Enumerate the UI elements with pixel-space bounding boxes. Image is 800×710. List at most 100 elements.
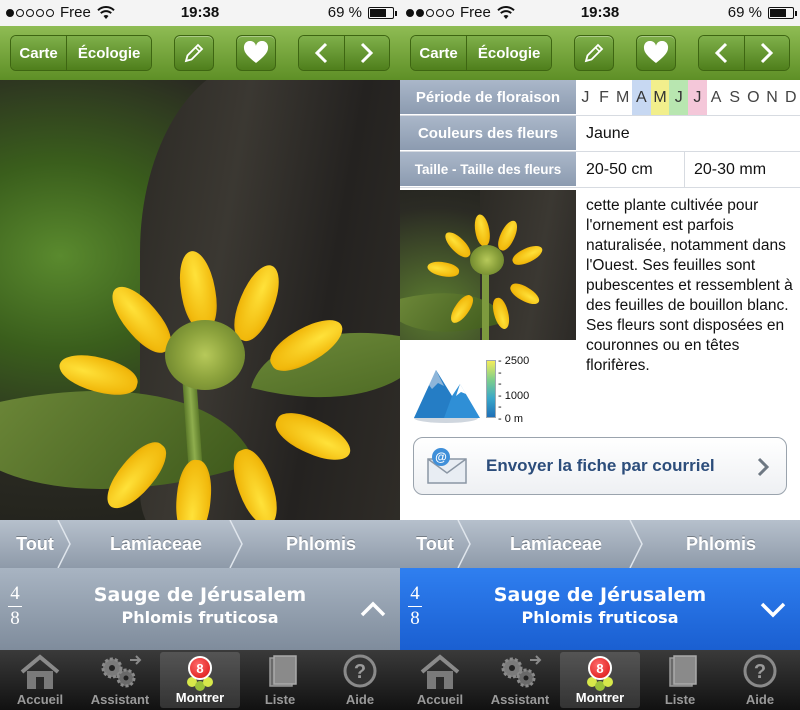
chevron-right-icon (360, 42, 374, 64)
battery-percent: 69 % (327, 4, 362, 21)
species-bar[interactable]: 4 8 Sauge de Jérusalem Phlomis fruticosa (400, 568, 800, 650)
month: N (766, 88, 778, 106)
month: J (669, 80, 689, 115)
map-button[interactable]: Carte (11, 36, 67, 70)
heart-icon (243, 41, 269, 63)
breadcrumb-item[interactable]: Tout (0, 520, 71, 568)
map-button[interactable]: Carte (411, 36, 467, 70)
month: D (784, 88, 797, 106)
edit-button[interactable] (574, 35, 614, 71)
size-label: Taille - Taille des fleurs (400, 152, 576, 187)
altitude-label: - (498, 366, 502, 379)
email-sheet-button[interactable]: @ Envoyer la fiche par courriel (413, 437, 787, 495)
month: S (729, 88, 741, 106)
house-icon (420, 654, 460, 689)
tab-show[interactable]: 8 Montrer (160, 652, 240, 708)
month: A (632, 80, 651, 115)
help-icon: ? (743, 654, 777, 688)
breadcrumb-item[interactable]: Phlomis (242, 520, 400, 568)
chevron-left-icon (715, 42, 728, 64)
ecology-button[interactable]: Écologie (466, 36, 551, 70)
altitude-label: - (498, 401, 502, 413)
month: O (747, 88, 760, 106)
notification-badge: 8 (588, 656, 612, 680)
view-segment: Carte Écologie (10, 35, 152, 71)
chevron-right-icon (760, 42, 774, 64)
species-details: Période de floraison J F M A M J J A S O… (400, 80, 800, 520)
altitude-label: - (498, 378, 502, 390)
mountain-icon (414, 370, 480, 423)
tab-home[interactable]: Accueil (400, 650, 480, 710)
species-common-name: Sauge de Jérusalem (493, 584, 707, 606)
gears-icon (501, 655, 542, 688)
month: J (581, 88, 590, 106)
breadcrumb-item[interactable]: Lamiaceae (470, 520, 643, 568)
tab-list[interactable]: Liste (240, 650, 320, 710)
tab-assistant[interactable]: Assistant (480, 650, 560, 710)
notification-badge: 8 (188, 656, 212, 680)
email-icon: @ (427, 448, 467, 484)
favorite-button[interactable] (636, 35, 676, 71)
chevron-down-icon[interactable] (758, 594, 788, 624)
flower-color-value: Jaune (586, 124, 630, 142)
view-segment: Carte Écologie (410, 35, 552, 71)
flower-size-value: 20-30 mm (694, 160, 767, 178)
flower-color-label: Couleurs des fleurs (400, 116, 576, 151)
ecology-button[interactable]: Écologie (66, 36, 151, 70)
species-common-name: Sauge de Jérusalem (93, 584, 307, 606)
help-icon: ? (343, 654, 377, 688)
tab-assistant[interactable]: Assistant (80, 650, 160, 710)
house-icon (20, 654, 60, 689)
nav-segment (298, 35, 390, 71)
right-screen: Free 19:38 69 % Carte Écologie Période d… (400, 0, 800, 710)
flowering-row: Période de floraison J F M A M J J A S O… (400, 80, 800, 116)
altitude-label: - 2500 (498, 355, 530, 367)
plant-photo[interactable]: cm (0, 80, 400, 520)
flower-color-row: Couleurs des fleurs Jaune (400, 116, 800, 152)
status-bar: Free 19:38 69 % (0, 0, 400, 26)
toolbar: Carte Écologie (0, 26, 400, 80)
pencil-icon (184, 43, 204, 63)
tab-show[interactable]: 8 Montrer (560, 652, 640, 708)
gears-icon (101, 655, 142, 688)
species-description: cette plante cultivée pour l'ornement es… (586, 197, 793, 374)
edit-button[interactable] (174, 35, 214, 71)
tab-help[interactable]: ? Aide (720, 650, 800, 710)
chevron-up-icon[interactable] (358, 594, 388, 624)
tab-list[interactable]: Liste (640, 650, 720, 710)
altitude-label: - 0 m (498, 412, 524, 425)
prev-button[interactable] (299, 36, 344, 70)
breadcrumb-item[interactable]: Lamiaceae (70, 520, 243, 568)
species-latin-name: Phlomis fruticosa (121, 608, 279, 627)
flowering-label: Période de floraison (400, 80, 576, 115)
heart-icon (643, 41, 669, 63)
tab-home[interactable]: Accueil (0, 650, 80, 710)
prev-button[interactable] (699, 36, 744, 70)
month: M (650, 80, 670, 115)
left-screen: Free 19:38 69 % Carte Écologie Tout Lami… (0, 0, 400, 710)
size-row: Taille - Taille des fleurs 20-50 cm 20-3… (400, 152, 800, 188)
altitude-label: - 1000 (498, 389, 530, 402)
species-latin-name: Phlomis fruticosa (521, 608, 679, 627)
next-button[interactable] (743, 36, 789, 70)
svg-text:?: ? (754, 661, 766, 683)
chevron-left-icon (315, 42, 328, 64)
breadcrumb-item[interactable]: Tout (400, 520, 471, 568)
breadcrumb-item[interactable]: Phlomis (642, 520, 800, 568)
tab-help[interactable]: ? Aide (320, 650, 400, 710)
book-icon (269, 655, 297, 687)
month: J (688, 80, 707, 115)
toolbar: Carte Écologie (400, 26, 800, 80)
svg-text:@: @ (435, 450, 447, 464)
email-button-label: Envoyer la fiche par courriel (486, 456, 715, 475)
tab-bar: Accueil Assistant 8 Montrer Liste ? Aide (400, 650, 800, 710)
battery-percent: 69 % (727, 4, 762, 21)
breadcrumb: Tout Lamiaceae Phlomis (0, 520, 400, 568)
plant-thumbnail[interactable] (400, 190, 576, 340)
pencil-icon (584, 43, 604, 63)
tab-bar: Accueil Assistant 8 Montrer Liste ? Aide (0, 650, 400, 710)
favorite-button[interactable] (236, 35, 276, 71)
next-button[interactable] (343, 36, 389, 70)
species-bar[interactable]: 4 8 Sauge de Jérusalem Phlomis fruticosa (0, 568, 400, 650)
svg-text:?: ? (354, 661, 366, 683)
